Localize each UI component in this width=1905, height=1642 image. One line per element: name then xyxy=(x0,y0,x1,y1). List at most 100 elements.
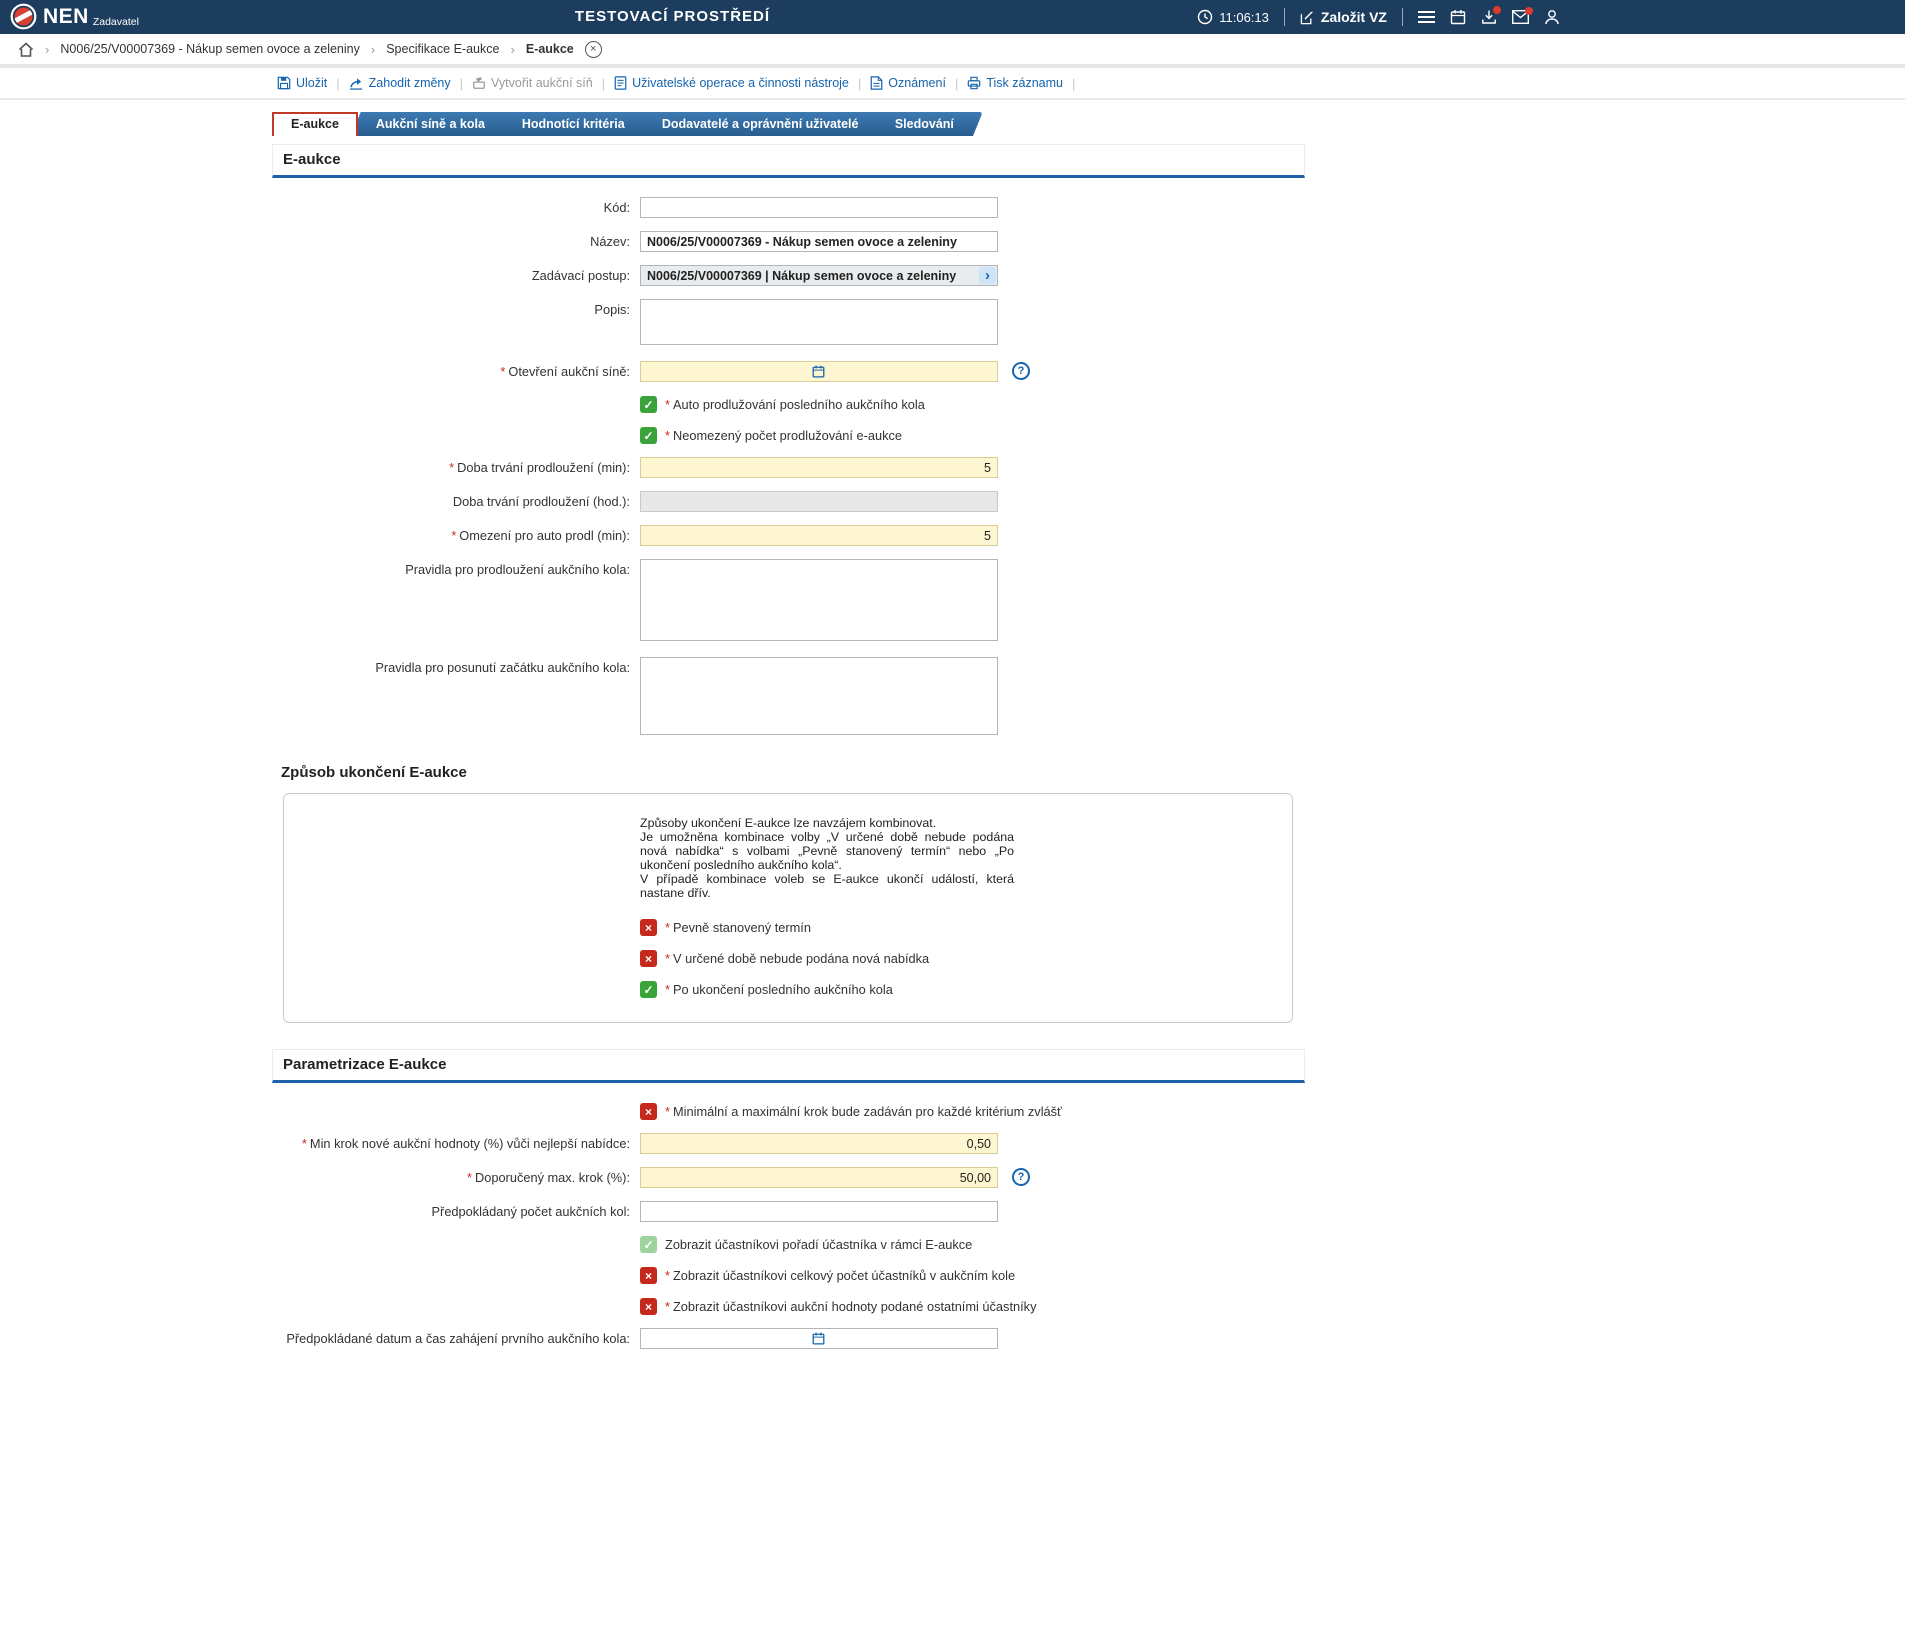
parametrizace-form: × * Minimální a maximální krok bude zadáv… xyxy=(272,1083,1305,1349)
pravidla-posunuti-textarea[interactable] xyxy=(640,657,998,735)
user-operations-button[interactable]: Uživatelské operace a činnosti nástroje xyxy=(614,76,849,90)
doba-trvani-hod-label: Doba trvání prodloužení (hod.): xyxy=(452,494,630,509)
doba-trvani-hod-input xyxy=(640,491,998,512)
breadcrumb-separator: › xyxy=(510,41,515,57)
checkbox-v-urcene-dobe[interactable]: × xyxy=(640,950,657,967)
checkbox-min-max-krok[interactable]: × xyxy=(640,1103,657,1120)
checkbox-neomezeny-pocet[interactable]: ✓ xyxy=(640,427,657,444)
clock-icon xyxy=(1198,9,1213,25)
popis-label: Popis: xyxy=(594,302,630,317)
home-button[interactable] xyxy=(18,41,34,57)
kod-label: Kód: xyxy=(603,200,630,215)
datum-zahajeni-label: Předpokládané datum a čas zahájení první… xyxy=(286,1331,630,1346)
create-vz-label: Založit VZ xyxy=(1320,9,1387,25)
doba-trvani-min-input[interactable] xyxy=(640,457,998,478)
zpusob-ukonceni-info-text: Způsoby ukončení E-aukce lze navzájem ko… xyxy=(640,816,1014,900)
breadcrumb-item-vz[interactable]: N006/25/V00007369 - Nákup semen ovoce a … xyxy=(60,42,360,56)
toolbar-separator: | xyxy=(1071,75,1076,91)
checkbox-po-ukonceni-kola[interactable]: ✓ xyxy=(640,981,657,998)
toolbar-separator: | xyxy=(857,75,862,91)
date-picker-calendar-icon[interactable] xyxy=(812,365,825,378)
open-record-chevron-icon[interactable]: › xyxy=(979,267,996,284)
separator xyxy=(1283,8,1285,26)
checkbox-label-aukcni-hodnoty-ostatnich: * Zobrazit účastníkovi aukční hodnoty pod… xyxy=(665,1299,1037,1314)
e-aukce-form: Kód: Název: Zadávací postup: › Popis: xyxy=(272,178,1305,738)
zadavaci-postup-label: Zadávací postup: xyxy=(531,268,630,283)
checkbox-label-auto-prodluzovani: * Auto prodlužování posledního aukčního k… xyxy=(665,397,925,412)
checkbox-label-neomezeny-pocet: * Neomezený počet prodlužování e-aukce xyxy=(665,428,903,443)
help-icon[interactable]: ? xyxy=(1012,362,1030,380)
tab-aukcni-sine-a-kola[interactable]: Aukční síně a kola xyxy=(350,112,514,136)
undo-arrow-icon xyxy=(349,77,362,90)
checkbox-label-poradi-ucastnika: Zobrazit účastníkovi pořadí účastníka v … xyxy=(665,1237,973,1252)
separator xyxy=(1402,8,1403,26)
announcement-label: Oznámení xyxy=(888,76,946,90)
discard-changes-button[interactable]: Zahodit změny xyxy=(349,76,451,90)
messages-badge xyxy=(1525,7,1533,15)
nazev-label: Název: xyxy=(590,234,630,249)
edit-icon xyxy=(1300,11,1313,24)
top-right-controls: 11:06:13 Založit VZ xyxy=(1197,0,1560,34)
close-icon[interactable]: × xyxy=(584,40,602,58)
environment-title: TESTOVACÍ PROSTŘEDÍ xyxy=(574,8,771,25)
otevreni-aukcni-sine-label: * Otevření aukční síně: xyxy=(500,364,630,379)
profile-button[interactable] xyxy=(1544,9,1560,25)
save-button[interactable]: Uložit xyxy=(277,76,327,90)
breadcrumb: › N006/25/V00007369 - Nákup semen ovoce … xyxy=(0,34,1905,64)
tab-hodnotici-kriteria[interactable]: Hodnotící kritéria xyxy=(497,112,654,136)
zadavaci-postup-input[interactable] xyxy=(640,265,998,286)
clock-group: 11:06:13 xyxy=(1197,9,1269,25)
create-auction-room-label: Vytvořit aukční síň xyxy=(491,76,593,90)
max-krok-input[interactable] xyxy=(640,1167,998,1188)
home-icon xyxy=(18,41,34,57)
save-icon xyxy=(277,76,291,90)
document-gear-icon xyxy=(614,76,627,90)
calendar-button[interactable] xyxy=(1450,9,1466,25)
clock-time: 11:06:13 xyxy=(1219,9,1269,25)
checkbox-poradi-ucastnika: ✓ xyxy=(640,1236,657,1253)
breadcrumb-item-specifikace[interactable]: Specifikace E-aukce xyxy=(386,42,499,56)
popis-textarea[interactable] xyxy=(640,299,998,345)
messages-button[interactable] xyxy=(1512,7,1533,24)
downloads-badge xyxy=(1493,6,1501,14)
menu-button[interactable] xyxy=(1418,10,1435,24)
section-title-e-aukce: E-aukce xyxy=(272,144,1305,178)
hamburger-icon xyxy=(1418,11,1435,23)
checkbox-celkovy-pocet-ucastniku[interactable]: × xyxy=(640,1267,657,1284)
save-label: Uložit xyxy=(296,76,328,90)
toolbar-separator: | xyxy=(459,75,464,91)
checkbox-aukcni-hodnoty-ostatnich[interactable]: × xyxy=(640,1298,657,1315)
create-vz-button[interactable]: Založit VZ xyxy=(1300,9,1387,25)
downloads-button[interactable] xyxy=(1481,6,1501,25)
min-krok-label: * Min krok nové aukční hodnoty (%) vůči n… xyxy=(301,1136,630,1151)
pocet-kol-input[interactable] xyxy=(640,1201,998,1222)
announcement-button[interactable]: Oznámení xyxy=(870,76,946,90)
top-bar: NEN Zadavatel TESTOVACÍ PROSTŘEDÍ 11:06:… xyxy=(0,0,1905,34)
min-krok-input[interactable] xyxy=(640,1133,998,1154)
calendar-icon xyxy=(1450,10,1466,25)
tab-bar: E-aukce Aukční síně a kola Hodnotící kri… xyxy=(272,112,1905,136)
tab-e-aukce[interactable]: E-aukce xyxy=(272,112,358,136)
tab-dodavatele-a-opravneni-uzivatele[interactable]: Dodavatelé a oprávnění uživatelé xyxy=(636,112,888,136)
checkbox-label-po-ukonceni-kola: * Po ukončení posledního aukčního kola xyxy=(665,982,893,997)
tab-label: Aukční síně a kola xyxy=(375,117,485,131)
print-record-button[interactable]: Tisk záznamu xyxy=(967,76,1063,90)
toolbar-separator: | xyxy=(954,75,959,91)
main-content: E-aukce Kód: Název: Zadávací postup: › P… xyxy=(272,144,1305,1642)
toolbar-separator: | xyxy=(336,75,340,91)
checkbox-label-celkovy-pocet-ucastniku: * Zobrazit účastníkovi celkový počet účas… xyxy=(665,1268,1016,1283)
omezeni-auto-prodl-input[interactable] xyxy=(640,525,998,546)
breadcrumb-separator: › xyxy=(370,41,376,57)
checkbox-auto-prodluzovani[interactable]: ✓ xyxy=(640,396,657,413)
pravidla-prodlouzeni-textarea[interactable] xyxy=(640,559,998,641)
tab-label: Hodnotící kritéria xyxy=(521,117,625,131)
record-toolbar: Uložit | Zahodit změny | Vytvořit aukční… xyxy=(0,68,1905,100)
tab-sledovani[interactable]: Sledování xyxy=(870,112,984,136)
checkbox-label-pevne-stanoveny-termin: * Pevně stanovený termín xyxy=(665,920,811,935)
help-icon[interactable]: ? xyxy=(1012,1168,1030,1186)
date-picker-calendar-icon[interactable] xyxy=(812,1332,825,1345)
person-icon xyxy=(1545,10,1559,25)
checkbox-pevne-stanoveny-termin[interactable]: × xyxy=(640,919,657,936)
kod-input[interactable] xyxy=(640,197,998,218)
nazev-input[interactable] xyxy=(640,231,998,252)
